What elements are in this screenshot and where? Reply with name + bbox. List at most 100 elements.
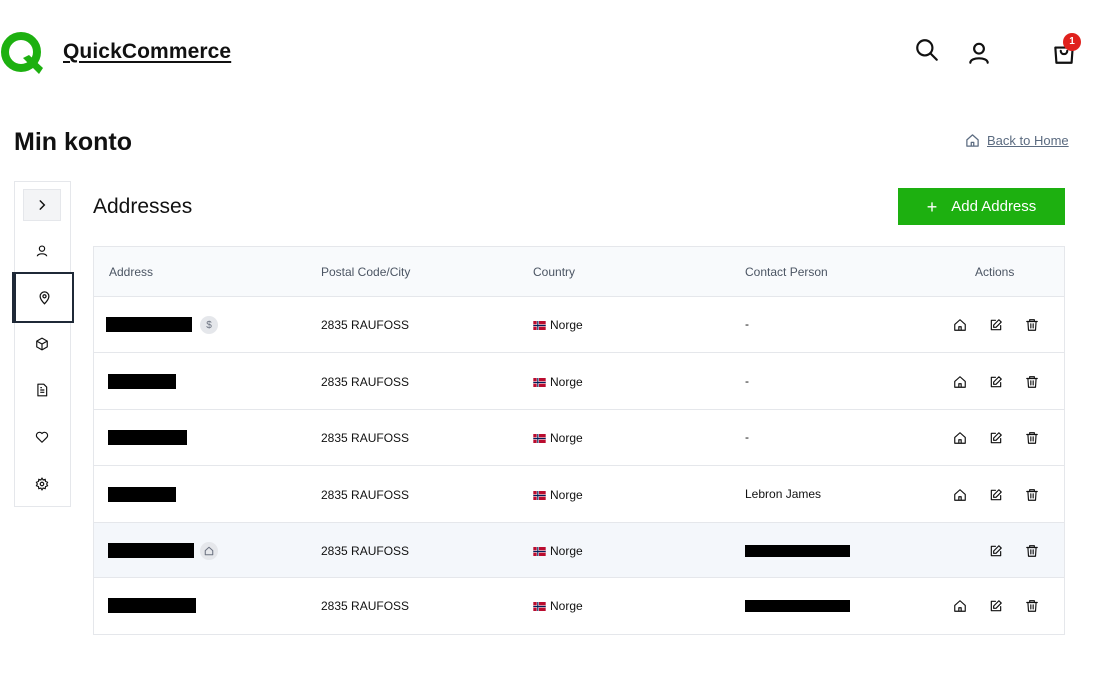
edit-address-button[interactable] (987, 316, 1005, 334)
home-badge-icon (200, 542, 218, 560)
back-to-home-link[interactable]: Back to Home (965, 133, 1069, 148)
home-icon (954, 376, 966, 388)
edit-address-button[interactable] (987, 486, 1005, 504)
file-text-icon (37, 383, 48, 397)
edit-icon (990, 600, 1002, 612)
plus-icon: + (926, 196, 938, 217)
trash-icon (1026, 432, 1038, 444)
contact-redacted (745, 600, 850, 612)
edit-address-button[interactable] (987, 429, 1005, 447)
search-icon[interactable] (914, 37, 940, 63)
country-name: Norge (550, 431, 583, 445)
norway-flag-icon (533, 433, 546, 443)
sidebar-item-settings[interactable] (23, 468, 61, 500)
chevron-right-icon (39, 200, 46, 210)
contact-person: - (745, 317, 749, 331)
table-row: $2835 RAUFOSS Norge - (94, 297, 1064, 353)
country-cell: Norge (533, 431, 583, 445)
country-name: Norge (550, 318, 583, 332)
edit-address-button[interactable] (987, 542, 1005, 560)
user-icon[interactable] (966, 40, 992, 66)
brand-name[interactable]: QuickCommerce (63, 40, 231, 64)
country-name: Norge (550, 544, 583, 558)
gear-icon (35, 477, 49, 491)
home-icon (966, 134, 979, 147)
table-body: $2835 RAUFOSS Norge -2835 RAUFOSS Norge -283… (94, 297, 1064, 634)
sidebar-item-addresses[interactable] (12, 272, 74, 323)
postal-code-city: 2835 RAUFOSS (321, 544, 410, 558)
back-to-home-label: Back to Home (987, 133, 1069, 148)
norway-flag-icon (533, 377, 546, 387)
set-default-home-button[interactable] (951, 597, 969, 615)
sidebar-expand-button[interactable] (23, 189, 61, 221)
column-header-country: Country (533, 265, 576, 279)
map-pin-icon (38, 291, 50, 305)
home-icon (954, 600, 966, 612)
delete-address-button[interactable] (1023, 542, 1041, 560)
address-redacted (108, 430, 187, 445)
page-title: Min konto (14, 128, 133, 156)
sidebar-item-documents[interactable] (23, 374, 61, 406)
sidebar-item-profile[interactable] (23, 235, 61, 267)
set-default-home-button[interactable] (951, 316, 969, 334)
add-address-label: Add Address (951, 198, 1037, 215)
contact-redacted (745, 545, 850, 557)
country-cell: Norge (533, 375, 583, 389)
norway-flag-icon (533, 490, 546, 500)
heart-icon (35, 431, 49, 443)
country-cell: Norge (533, 318, 583, 332)
country-cell: Norge (533, 599, 583, 613)
delete-address-button[interactable] (1023, 486, 1041, 504)
edit-address-button[interactable] (987, 597, 1005, 615)
set-default-home-button[interactable] (951, 486, 969, 504)
address-redacted (108, 487, 176, 502)
norway-flag-icon (533, 601, 546, 611)
home-icon (954, 489, 966, 501)
country-cell: Norge (533, 544, 583, 558)
quickcommerce-logo[interactable] (0, 31, 44, 75)
norway-flag-icon (533, 546, 546, 556)
add-address-button[interactable]: + Add Address (898, 188, 1065, 225)
package-icon (36, 337, 48, 351)
trash-icon (1026, 545, 1038, 557)
address-redacted (108, 374, 176, 389)
edit-address-button[interactable] (987, 373, 1005, 391)
table-row: 2835 RAUFOSS Norge (94, 523, 1064, 578)
user-icon (36, 245, 48, 257)
postal-code-city: 2835 RAUFOSS (321, 375, 410, 389)
edit-icon (990, 432, 1002, 444)
country-cell: Norge (533, 488, 583, 502)
trash-icon (1026, 600, 1038, 612)
set-default-home-button[interactable] (951, 373, 969, 391)
delete-address-button[interactable] (1023, 429, 1041, 447)
edit-icon (990, 319, 1002, 331)
contact-person: - (745, 430, 749, 444)
address-redacted (108, 598, 196, 613)
sidebar-item-wishlist[interactable] (23, 421, 61, 453)
delete-address-button[interactable] (1023, 597, 1041, 615)
country-name: Norge (550, 599, 583, 613)
cart-count-badge: 1 (1063, 33, 1081, 51)
country-name: Norge (550, 375, 583, 389)
home-icon (954, 319, 966, 331)
column-header-actions: Actions (975, 265, 1015, 279)
table-row: 2835 RAUFOSS Norge - (94, 410, 1064, 466)
trash-icon (1026, 489, 1038, 501)
address-redacted (108, 543, 194, 558)
set-default-home-button[interactable] (951, 429, 969, 447)
delete-address-button[interactable] (1023, 316, 1041, 334)
postal-code-city: 2835 RAUFOSS (321, 431, 410, 445)
account-sidebar (12, 181, 74, 507)
sidebar-item-orders[interactable] (23, 328, 61, 360)
trash-icon (1026, 376, 1038, 388)
column-header-contact: Contact Person (745, 265, 828, 279)
addresses-table: Address Postal Code/City Country Contact… (93, 246, 1065, 635)
edit-icon (990, 376, 1002, 388)
country-name: Norge (550, 488, 583, 502)
norway-flag-icon (533, 320, 546, 330)
delete-address-button[interactable] (1023, 373, 1041, 391)
postal-code-city: 2835 RAUFOSS (321, 599, 410, 613)
postal-code-city: 2835 RAUFOSS (321, 488, 410, 502)
contact-person: - (745, 374, 749, 388)
contact-person: Lebron James (745, 487, 822, 501)
